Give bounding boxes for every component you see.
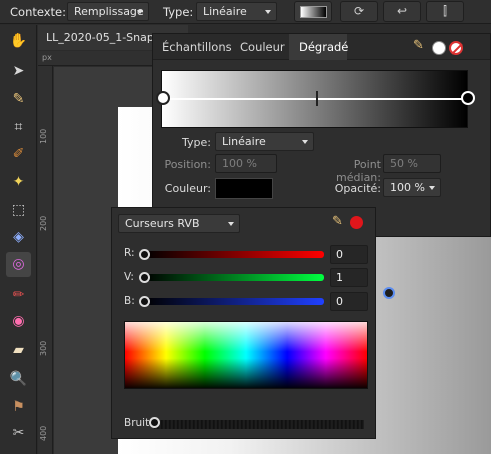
blue-value-field[interactable]: 0 (330, 292, 368, 311)
eraser-icon[interactable]: ▰ (6, 338, 31, 363)
green-slider-handle[interactable] (139, 272, 150, 283)
chevron-down-icon (429, 186, 435, 190)
gradient-stop-end[interactable] (461, 91, 475, 105)
red-value: 0 (336, 248, 343, 261)
ruler-tick: 300 (39, 340, 48, 356)
gradient-editor[interactable] (156, 70, 475, 128)
midpoint-value: 50 % (390, 157, 418, 170)
chevron-down-icon (302, 140, 308, 144)
tab-swatches[interactable]: Échantillons (162, 40, 232, 54)
fill-panel-tabs: Échantillons Couleur Dégradé ✎ (153, 34, 490, 60)
opacity-dropdown[interactable]: 100 % (383, 178, 441, 197)
context-dropdown[interactable]: Remplissage (67, 2, 149, 21)
position-value: 100 % (222, 157, 257, 170)
midpoint-label: Point médian: (336, 158, 381, 184)
chevron-down-icon (265, 10, 271, 14)
convert-icon[interactable]: ⟳ (340, 1, 378, 22)
color-label: Couleur: (164, 182, 211, 195)
blue-slider-handle[interactable] (139, 296, 150, 307)
tab-color[interactable]: Couleur (240, 40, 285, 54)
blue-slider[interactable] (144, 298, 324, 305)
gradient-handle[interactable] (383, 287, 395, 299)
green-slider[interactable] (144, 274, 324, 281)
stamp-tool-icon[interactable]: ⚑ (6, 395, 31, 420)
noise-label: Bruit (124, 417, 150, 429)
midpoint-field[interactable]: 50 % (383, 154, 441, 173)
position-label: Position: (164, 158, 211, 171)
magic-wand-icon[interactable]: ✦ (6, 170, 31, 195)
gradient-fill-button[interactable] (294, 1, 332, 22)
crop-tool-icon[interactable]: ⌗ (6, 115, 31, 140)
type-dropdown-value: Linéaire (203, 5, 247, 18)
noise-slider[interactable] (154, 420, 364, 429)
red-slider[interactable] (144, 251, 324, 258)
brush-tool-icon[interactable]: ✏ (6, 283, 31, 308)
chevron-down-icon (137, 10, 143, 14)
paint-brush-icon[interactable]: ✐ (6, 142, 31, 167)
stop-color-swatch[interactable] (215, 178, 273, 199)
color-mode-value: Curseurs RVB (125, 217, 200, 230)
retouch-tool-icon[interactable]: ✂ (6, 421, 31, 446)
noise-slider-handle[interactable] (149, 417, 160, 428)
gradient-type-label: Type: (182, 136, 211, 149)
green-label: V: (124, 271, 134, 283)
gradient-type-dropdown[interactable]: Linéaire (215, 132, 314, 151)
context-toolbar: Contexte: Remplissage Type: Linéaire ⟳ ↩… (0, 0, 491, 24)
green-value-field[interactable]: 1 (330, 268, 368, 287)
align-icon[interactable]: ⫿ (426, 1, 464, 22)
color-spectrum[interactable] (124, 321, 368, 389)
current-color-swatch[interactable] (350, 216, 363, 229)
context-dropdown-value: Remplissage (74, 5, 144, 18)
ruler-tick: 400 (39, 425, 48, 441)
gradient-stop-start[interactable] (156, 91, 170, 105)
context-label: Contexte: (10, 5, 67, 19)
marquee-tool-icon[interactable]: ⬚ (6, 198, 31, 223)
blue-label: B: (124, 295, 135, 307)
type-dropdown[interactable]: Linéaire (196, 2, 277, 21)
zoom-tool-icon[interactable]: 🔍 (6, 367, 31, 392)
flood-fill-icon[interactable]: ◈ (6, 225, 31, 250)
fill-swatch[interactable] (432, 41, 446, 55)
color-replace-icon[interactable]: ◉ (6, 309, 31, 334)
opacity-value: 100 % (390, 181, 425, 194)
position-field[interactable]: 100 % (215, 154, 277, 173)
no-fill-icon[interactable] (449, 41, 463, 55)
opacity-label: Opacité: (334, 182, 381, 195)
gradient-type-value: Linéaire (222, 135, 266, 148)
ruler-unit: px (42, 53, 52, 62)
color-mode-dropdown[interactable]: Curseurs RVB (118, 214, 240, 233)
blue-value: 0 (336, 295, 343, 308)
red-slider-handle[interactable] (139, 249, 150, 260)
tab-gradient[interactable]: Dégradé (299, 40, 348, 54)
type-label: Type: (163, 5, 194, 19)
red-label: R: (124, 247, 135, 259)
tools-panel: ✋ ➤ ✎ ⌗ ✐ ✦ ⬚ ◈ ◎ ✏ ◉ ▰ 🔍 ⚑ ✂ (0, 25, 37, 454)
red-value-field[interactable]: 0 (330, 245, 368, 264)
gradient-tool-icon[interactable]: ◎ (6, 252, 31, 277)
move-tool-icon[interactable]: ➤ (6, 59, 31, 84)
reverse-icon[interactable]: ↩ (383, 1, 421, 22)
chevron-down-icon (228, 222, 234, 226)
color-picker-popup: Curseurs RVB ✎ R: 0 V: 1 B: 0 Bruit (111, 207, 376, 439)
gradient-preview (300, 6, 327, 18)
pipette-icon[interactable]: ✎ (413, 38, 424, 53)
ruler-tick: 200 (39, 215, 48, 231)
vertical-ruler: 100 200 300 400 (38, 66, 53, 454)
hand-tool-icon[interactable]: ✋ (6, 29, 31, 54)
color-picker-tool-icon[interactable]: ✎ (6, 87, 31, 112)
pipette-icon[interactable]: ✎ (332, 214, 343, 229)
green-value: 1 (336, 271, 343, 284)
gradient-midpoint[interactable] (316, 91, 318, 106)
ruler-tick: 100 (39, 128, 48, 144)
